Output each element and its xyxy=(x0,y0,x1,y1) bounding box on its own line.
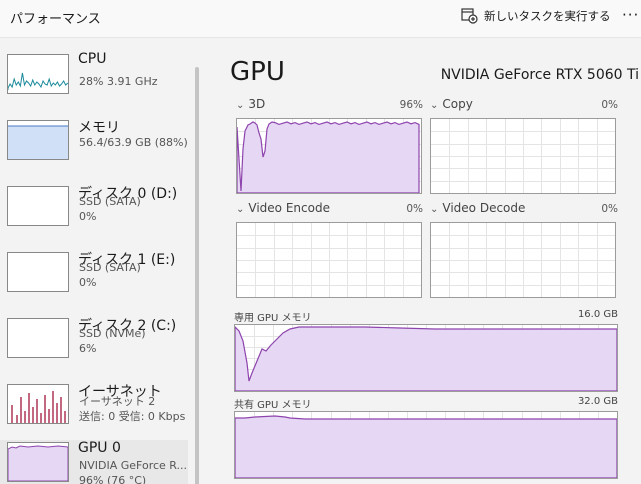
shared-memory-area xyxy=(235,415,617,478)
engine-selector-video-encode[interactable]: ⌄ Video Encode xyxy=(236,201,330,217)
dedicated-memory-label: 専用 GPU メモリ xyxy=(234,313,312,324)
sidebar-item-detail: SSD (SATA) xyxy=(79,195,141,208)
sidebar-item-detail: NVIDIA GeForce R... xyxy=(79,459,188,472)
sidebar-item-memory[interactable]: メモリ 56.4/63.9 GB (88%) xyxy=(0,115,188,177)
memory-usage-area xyxy=(8,126,68,159)
sidebar-item-detail: 送信: 0 受信: 0 Kbps xyxy=(79,410,186,423)
engine-percent: 0% xyxy=(406,203,423,215)
sidebar-item-detail: 6% xyxy=(79,342,97,355)
engine-selector-copy[interactable]: ⌄ Copy xyxy=(430,97,473,113)
engine-label: 3D xyxy=(248,97,266,111)
engine-label: Copy xyxy=(442,97,473,111)
engine-percent: 96% xyxy=(399,99,423,111)
engine-graph-copy xyxy=(430,118,616,194)
sidebar-item-detail: 96% (76 °C) xyxy=(79,474,147,484)
sidebar-item-detail: 0% xyxy=(79,276,97,289)
ethernet-thumbnail-graph xyxy=(7,384,69,424)
memory-thumbnail-graph xyxy=(7,120,69,160)
page-title: パフォーマンス xyxy=(10,12,101,27)
dedicated-memory-graph xyxy=(234,324,618,392)
engine-graph-video-encode xyxy=(236,222,422,298)
run-new-task-button[interactable]: 新しいタスクを実行する xyxy=(460,5,611,27)
engine-label: Video Encode xyxy=(248,201,330,215)
sidebar-item-detail: 28% 3.91 GHz xyxy=(79,75,158,88)
gpu-thumbnail-graph xyxy=(7,442,69,482)
engine-selector-3d[interactable]: ⌄ 3D xyxy=(236,97,265,113)
sidebar-item-detail: イーサネット 2 xyxy=(79,395,156,408)
sidebar-item-disk-0[interactable]: ディスク 0 (D:) SSD (SATA) 0% xyxy=(0,181,188,243)
cpu-thumbnail-graph xyxy=(7,54,69,94)
disk-1-thumbnail-graph xyxy=(7,252,69,292)
sidebar: CPU 28% 3.91 GHz メモリ 56.4/63.9 GB (88%) … xyxy=(0,40,205,484)
sidebar-item-detail: 56.4/63.9 GB (88%) xyxy=(79,136,188,149)
title-bar: パフォーマンス 新しいタスクを実行する ··· xyxy=(0,0,641,38)
engine-label: Video Decode xyxy=(442,201,526,215)
gpu-heading: GPU xyxy=(230,57,285,87)
sidebar-item-gpu-0[interactable]: GPU 0 NVIDIA GeForce R... 96% (76 °C) xyxy=(0,440,188,484)
dedicated-memory-area xyxy=(235,326,617,391)
sidebar-scrollbar[interactable] xyxy=(195,67,199,484)
shared-memory-graph xyxy=(234,411,618,479)
sidebar-item-label: CPU xyxy=(78,51,107,67)
sidebar-item-cpu[interactable]: CPU 28% 3.91 GHz xyxy=(0,49,188,111)
gpu-model-name: NVIDIA GeForce RTX 5060 Ti xyxy=(440,67,639,83)
run-task-icon xyxy=(460,6,478,27)
run-new-task-label: 新しいタスクを実行する xyxy=(484,9,611,23)
sidebar-item-detail: SSD (SATA) xyxy=(79,261,141,274)
gpu-detail-panel: GPU NVIDIA GeForce RTX 5060 Ti ⌄ 3D 96% ⌄… xyxy=(205,40,641,484)
more-options-button[interactable]: ··· xyxy=(622,6,639,24)
sidebar-item-label: メモリ xyxy=(78,120,120,136)
sidebar-item-detail: 0% xyxy=(79,210,97,223)
engine-percent: 0% xyxy=(601,99,618,111)
sidebar-item-label: GPU 0 xyxy=(78,440,121,456)
cpu-usage-line xyxy=(8,72,68,90)
sidebar-item-ethernet[interactable]: イーサネット イーサネット 2 送信: 0 受信: 0 Kbps xyxy=(0,379,188,441)
engine-graph-3d xyxy=(236,118,422,194)
chevron-down-icon: ⌄ xyxy=(430,204,439,215)
engine-graph-video-decode xyxy=(430,222,616,298)
sidebar-item-detail: SSD (NVMe) xyxy=(79,327,146,340)
engine-percent: 0% xyxy=(601,203,618,215)
sidebar-item-disk-2[interactable]: ディスク 2 (C:) SSD (NVMe) 6% xyxy=(0,313,188,375)
chevron-down-icon: ⌄ xyxy=(236,204,245,215)
chevron-down-icon: ⌄ xyxy=(430,100,439,111)
chevron-down-icon: ⌄ xyxy=(236,100,245,111)
dedicated-memory-max: 16.0 GB xyxy=(577,309,618,320)
engine-selector-video-decode[interactable]: ⌄ Video Decode xyxy=(430,201,525,217)
disk-2-thumbnail-graph xyxy=(7,318,69,358)
sidebar-item-disk-1[interactable]: ディスク 1 (E:) SSD (SATA) 0% xyxy=(0,247,188,309)
utilization-3d-area xyxy=(237,121,420,193)
disk-0-thumbnail-graph xyxy=(7,186,69,226)
shared-memory-max: 32.0 GB xyxy=(577,396,618,407)
gpu-usage-area xyxy=(8,445,68,481)
shared-memory-label: 共有 GPU メモリ xyxy=(234,400,312,411)
task-manager-window: パフォーマンス 新しいタスクを実行する ··· CPU 28% 3.91 GHz xyxy=(0,0,641,484)
